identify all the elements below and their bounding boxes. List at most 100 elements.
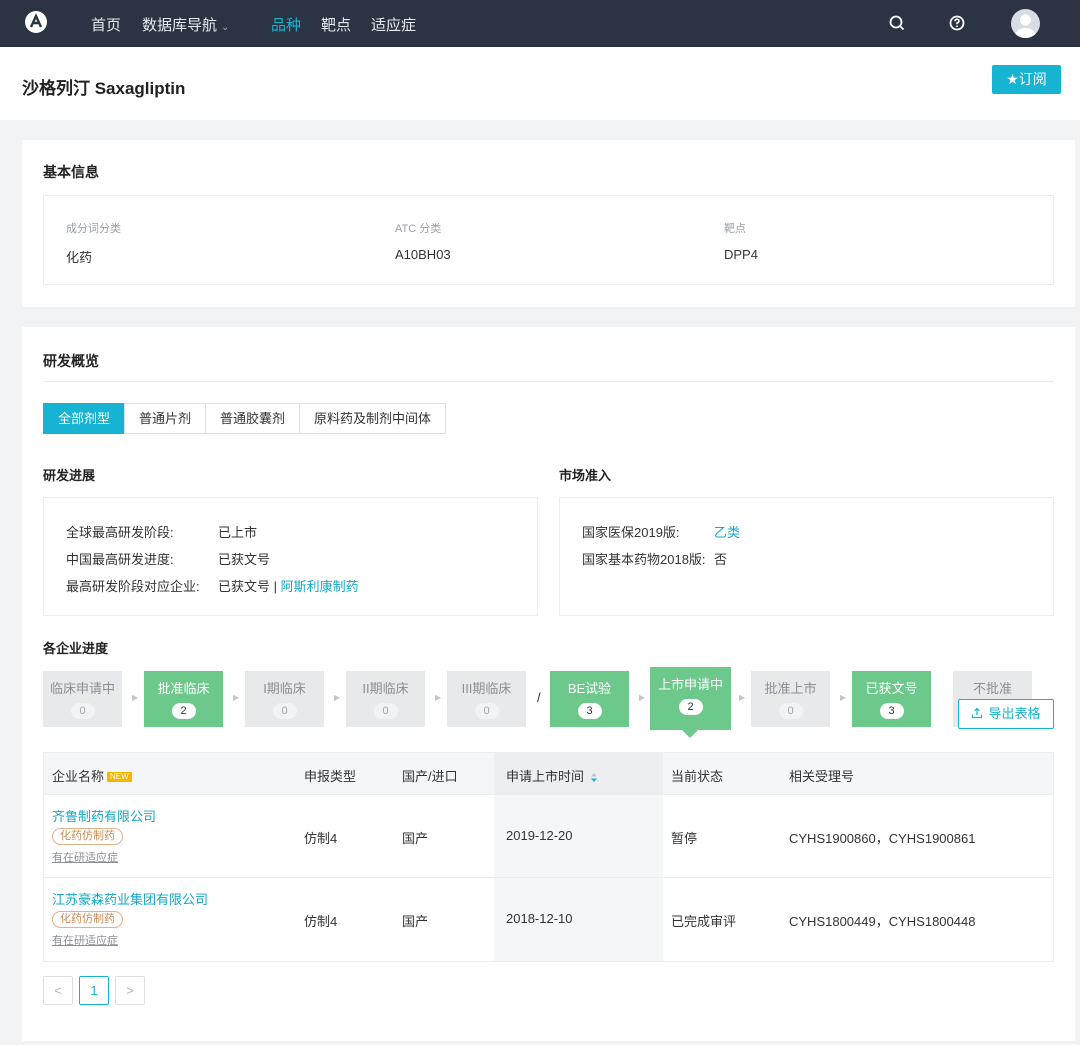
stage-phase-1[interactable]: I期临床 0 [245, 671, 324, 727]
th-type: 申报类型 [304, 769, 357, 784]
kv-key: 国家医保2019版: [582, 525, 680, 540]
company-link[interactable]: 江苏豪森药业集团有限公司 [52, 892, 208, 907]
export-table-button[interactable]: 导出表格 [958, 699, 1054, 729]
stage-name: 不批准 [972, 681, 1012, 696]
rd-overview-card: 研发概览 全部剂型 普通片剂 普通胶囊剂 原料药及制剂中间体 研发进展 市场准入… [22, 327, 1075, 1041]
cell-status: 已完成审评 [671, 914, 737, 929]
indication-link[interactable]: 有在研适应症 [52, 932, 208, 948]
prev-page-button[interactable]: < [43, 976, 73, 1005]
acceptance-number-link[interactable]: CYHS1800449，CYHS1800448 [789, 911, 975, 930]
progress-row-china: 中国最高研发进度: 已获文号 [66, 549, 270, 568]
avatar[interactable] [1011, 9, 1040, 38]
table-row: 齐鲁制药有限公司 化药仿制药 有在研适应症 仿制4 国产 2019-12-20 … [44, 795, 1053, 878]
nav-indication[interactable]: 适应症 [371, 14, 416, 35]
company-link[interactable]: 阿斯利康制药 [281, 579, 359, 594]
section-title-basic: 基本信息 [43, 164, 99, 180]
info-label: 成分词分类 [66, 223, 121, 235]
tab-capsule[interactable]: 普通胶囊剂 [205, 403, 301, 434]
divider [43, 381, 1054, 382]
kv-value: 已上市 [218, 525, 258, 540]
page-1-button[interactable]: 1 [79, 976, 109, 1005]
info-value: DPP4 [724, 247, 758, 262]
company-cell: 齐鲁制药有限公司 化药仿制药 有在研适应症 [52, 806, 156, 865]
stage-count: 3 [577, 703, 602, 719]
user-icon [1015, 14, 1036, 38]
drug-type-tag: 化药仿制药 [52, 828, 123, 845]
info-field-category: 成分词分类 化药 [66, 220, 121, 266]
cell-type: 仿制4 [304, 914, 338, 929]
stage-name: II期临床 [362, 681, 409, 696]
chevron-right-icon: ▶ [739, 693, 746, 702]
stage-count: 0 [373, 703, 398, 719]
basic-info-box: 成分词分类 化药 ATC 分类 A10BH03 靶点 DPP4 [43, 195, 1054, 285]
chevron-right-icon: ▶ [435, 693, 442, 702]
next-page-button[interactable]: > [115, 976, 145, 1005]
table-header: 企业名称 NEW 申报类型 国产/进口 申请上市时间 当前状态 相关受理号 [44, 753, 1053, 795]
indication-link[interactable]: 有在研适应症 [52, 849, 156, 865]
export-label: 导出表格 [988, 706, 1041, 721]
logo-icon[interactable] [24, 10, 48, 34]
progress-title: 研发进展 [43, 468, 96, 483]
dosage-tabs: 全部剂型 普通片剂 普通胶囊剂 原料药及制剂中间体 [43, 403, 447, 434]
chevron-right-icon: ▶ [132, 693, 139, 702]
th-label: 申请上市时间 [506, 769, 585, 784]
nav-database-label: 数据库导航 [142, 17, 218, 34]
kv-key: 中国最高研发进度: [66, 552, 174, 567]
stage-name: 上市申请中 [657, 677, 723, 692]
stage-phase-2[interactable]: II期临床 0 [346, 671, 425, 727]
stage-approval-number[interactable]: 已获文号 3 [852, 671, 931, 727]
stage-clinical-approved[interactable]: 批准临床 2 [144, 671, 223, 727]
cell-date: 2018-12-10 [506, 911, 573, 926]
acceptance-number-link[interactable]: CYHS1900860，CYHS1900861 [789, 828, 975, 847]
stage-name: III期临床 [461, 681, 512, 696]
stage-name: 已获文号 [865, 681, 918, 696]
stage-count: 3 [879, 703, 904, 719]
kv-key: 国家基本药物2018版: [582, 552, 706, 567]
stage-separator: / [537, 690, 541, 705]
stage-count: 2 [171, 703, 196, 719]
info-field-target: 靶点 DPP4 [724, 220, 758, 262]
progress-row-global: 全球最高研发阶段: 已上市 [66, 522, 257, 541]
kv-value: 否 [714, 552, 728, 567]
sort-icon[interactable] [590, 772, 598, 783]
section-title-rd: 研发概览 [43, 353, 99, 369]
enterprise-title: 各企业进度 [43, 641, 109, 656]
th-origin: 国产/进口 [402, 769, 458, 784]
enterprise-table: 企业名称 NEW 申报类型 国产/进口 申请上市时间 当前状态 相关受理号 齐鲁制… [43, 752, 1054, 962]
info-value: 化药 [66, 250, 93, 265]
th-status: 当前状态 [671, 769, 724, 784]
nav-variety[interactable]: 品种 [271, 14, 301, 35]
stage-market-apply[interactable]: 上市申请中 2 [650, 667, 731, 738]
top-nav: 首页 数据库导航 ⌄ 品种 靶点 适应症 [0, 0, 1080, 47]
stage-market-approved[interactable]: 批准上市 0 [751, 671, 830, 727]
stage-be-trial[interactable]: BE试验 3 [550, 671, 629, 727]
search-icon[interactable] [886, 12, 908, 34]
company-cell: 江苏豪森药业集团有限公司 化药仿制药 有在研适应症 [52, 889, 208, 948]
stage-phase-3[interactable]: III期临床 0 [447, 671, 526, 727]
nav-database[interactable]: 数据库导航 ⌄ [142, 14, 229, 35]
stage-count: 2 [678, 699, 703, 715]
cell-origin: 国产 [402, 914, 429, 929]
market-title: 市场准入 [559, 468, 612, 483]
tab-api-intermediate[interactable]: 原料药及制剂中间体 [299, 403, 447, 434]
th-numbers: 相关受理号 [789, 769, 855, 784]
th-apply-date[interactable]: 申请上市时间 [506, 766, 598, 785]
nav-home[interactable]: 首页 [91, 14, 121, 35]
cell-date: 2019-12-20 [506, 828, 573, 843]
stage-name: 批准上市 [764, 681, 817, 696]
th-company: 企业名称 NEW [52, 766, 132, 785]
insurance-class-link[interactable]: 乙类 [714, 522, 740, 541]
kv-key: 最高研发阶段对应企业: [66, 579, 200, 594]
help-icon[interactable] [946, 12, 968, 34]
cell-origin: 国产 [402, 831, 429, 846]
tab-all-dosage[interactable]: 全部剂型 [43, 403, 126, 434]
cell-type: 仿制4 [304, 831, 338, 846]
tab-tablet[interactable]: 普通片剂 [124, 403, 207, 434]
stage-clinical-apply[interactable]: 临床申请中 0 [43, 671, 122, 727]
chevron-right-icon: ▶ [334, 693, 341, 702]
nav-target[interactable]: 靶点 [321, 14, 351, 35]
stage-name: BE试验 [567, 681, 612, 696]
subscribe-button[interactable]: ★订阅 [992, 65, 1061, 94]
company-link[interactable]: 齐鲁制药有限公司 [52, 809, 156, 824]
new-badge: NEW [107, 772, 132, 782]
